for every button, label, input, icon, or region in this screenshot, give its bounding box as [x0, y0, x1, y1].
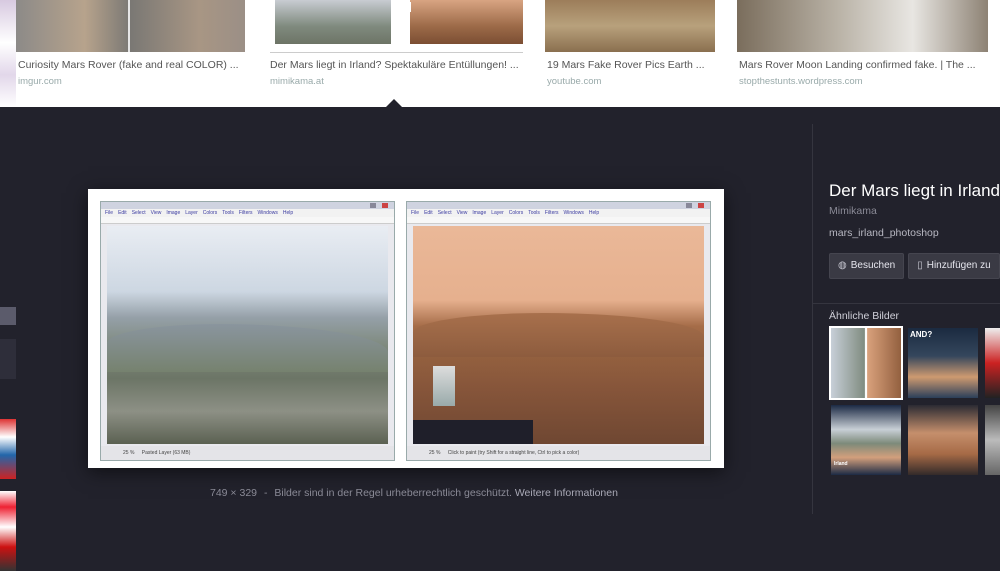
editor-statusbar: 25 % Pasted Layer (63 MB) — [101, 446, 394, 460]
editor-statusbar: 25 % Click to paint (try Shift for a str… — [407, 446, 710, 460]
info-panel: Der Mars liegt in Irland Mimikama mars_i… — [829, 180, 1000, 279]
menu-item: View — [150, 210, 162, 216]
result-thumbnail-3[interactable] — [545, 0, 715, 52]
result-item-2[interactable]: Der Mars liegt in Irland? Spektakuläre E… — [270, 54, 523, 104]
similar-image-5[interactable] — [908, 405, 978, 475]
status-text: Pasted Layer (63 MB) — [141, 450, 191, 456]
menu-item: Windows — [257, 210, 278, 216]
minimize-icon — [370, 203, 376, 208]
info-filename: mars_irland_photoshop — [829, 227, 939, 239]
similar-image-2[interactable]: AND? — [908, 328, 978, 398]
save-button[interactable]: ▯ Hinzufügen zu — [908, 253, 1000, 279]
more-info-link[interactable]: Weitere Informationen — [515, 487, 618, 499]
menu-item: Edit — [118, 210, 127, 216]
menu-item: Colors — [202, 210, 218, 216]
menu-item: Tools — [222, 210, 234, 216]
editor-menubar: File Edit Select View Image Layer Colors Tools F… — [101, 209, 394, 217]
result-domain: stopthestunts.wordpress.com — [739, 76, 863, 87]
result-item-1[interactable]: Curiosity Mars Rover (fake and real COLO… — [18, 54, 245, 104]
result-title[interactable]: Der Mars liegt in Irland? Spektakuläre E… — [270, 59, 523, 72]
result-title[interactable]: Curiosity Mars Rover (fake and real COLO… — [18, 59, 245, 72]
image-meta: 749 × 329 - Bilder sind in der Regel urh… — [210, 487, 618, 499]
result-domain: youtube.com — [547, 76, 602, 87]
result-item-4[interactable]: Mars Rover Moon Landing confirmed fake. … — [739, 54, 988, 104]
result-domain: imgur.com — [18, 76, 62, 87]
menu-item: Layer — [491, 210, 504, 216]
selected-result-caret — [386, 99, 402, 107]
menu-item: Select — [437, 210, 452, 216]
menu-item: Edit — [424, 210, 433, 216]
similar-caption: AND? — [910, 330, 933, 339]
result-thumbnail-4[interactable] — [737, 0, 988, 52]
bookmark-icon: ▯ — [917, 260, 923, 271]
close-icon — [382, 203, 388, 208]
editor-menubar: File Edit Select View Image Layer Colors Tools F… — [407, 209, 710, 217]
minimize-icon — [686, 203, 692, 208]
left-editor-window: File Edit Select View Image Layer Colors Tools F… — [100, 201, 395, 461]
menu-item: Select — [131, 210, 146, 216]
menu-item: Colors — [508, 210, 524, 216]
rover-mast-icon — [433, 366, 455, 406]
menu-item: View — [456, 210, 468, 216]
menu-item: Layer — [185, 210, 198, 216]
similar-image-6[interactable] — [985, 405, 1000, 475]
right-editor-window: File Edit Select View Image Layer Colors Tools F… — [406, 201, 711, 461]
menu-item: Tools — [528, 210, 540, 216]
action-buttons: ◍ Besuchen ▯ Hinzufügen zu — [829, 253, 1000, 279]
ruler — [407, 217, 710, 224]
similar-image-1[interactable] — [829, 326, 903, 400]
similar-image-3[interactable] — [985, 328, 1000, 398]
panel-divider — [812, 124, 813, 514]
result-item-3[interactable]: 19 Mars Fake Rover Pics Earth ... youtub… — [547, 54, 715, 104]
info-source: Mimikama — [829, 205, 877, 217]
result-title[interactable]: Mars Rover Moon Landing confirmed fake. … — [739, 59, 988, 72]
result-thumbnail-2[interactable] — [270, 0, 523, 53]
similar-divider — [812, 303, 1000, 304]
earth-landscape — [107, 226, 388, 444]
result-thumbnail-1[interactable] — [16, 0, 245, 52]
zoom-level: 25 % — [123, 450, 135, 456]
globe-icon: ◍ — [838, 260, 847, 271]
mars-landscape — [413, 226, 704, 444]
menu-item: Filters — [544, 210, 559, 216]
copyright-notice: Bilder sind in der Regel urheberrechtlic… — [274, 487, 512, 499]
ruler — [101, 217, 394, 224]
menu-item: Help — [588, 210, 600, 216]
result-title[interactable]: 19 Mars Fake Rover Pics Earth ... — [547, 59, 715, 72]
zoom-level: 25 % — [429, 450, 441, 456]
rover-deck — [413, 420, 533, 444]
similar-images-label: Ähnliche Bilder — [829, 310, 900, 322]
result-domain: mimikama.at — [270, 76, 324, 87]
image-dimensions: 749 × 329 — [210, 487, 258, 499]
menu-item: Windows — [563, 210, 584, 216]
results-strip: Curiosity Mars Rover (fake and real COLO… — [0, 0, 1000, 107]
window-titlebar — [407, 202, 710, 209]
menu-item: Filters — [238, 210, 253, 216]
separator: - — [263, 487, 268, 499]
preview-image[interactable]: File Edit Select View Image Layer Colors Tools F… — [88, 189, 724, 468]
close-icon — [698, 203, 704, 208]
info-title[interactable]: Der Mars liegt in Irland — [829, 180, 1000, 202]
similar-image-4[interactable]: Irland — [831, 405, 901, 475]
similar-caption: Irland — [834, 461, 848, 467]
menu-item: Image — [166, 210, 181, 216]
status-text: Click to paint (try Shift for a straight… — [447, 450, 580, 456]
visit-button[interactable]: ◍ Besuchen — [829, 253, 905, 279]
menu-item: Help — [282, 210, 294, 216]
window-titlebar — [101, 202, 394, 209]
left-glitch-sliver — [0, 107, 18, 571]
menu-item: File — [105, 210, 114, 216]
menu-item: Image — [472, 210, 487, 216]
menu-item: File — [411, 210, 420, 216]
